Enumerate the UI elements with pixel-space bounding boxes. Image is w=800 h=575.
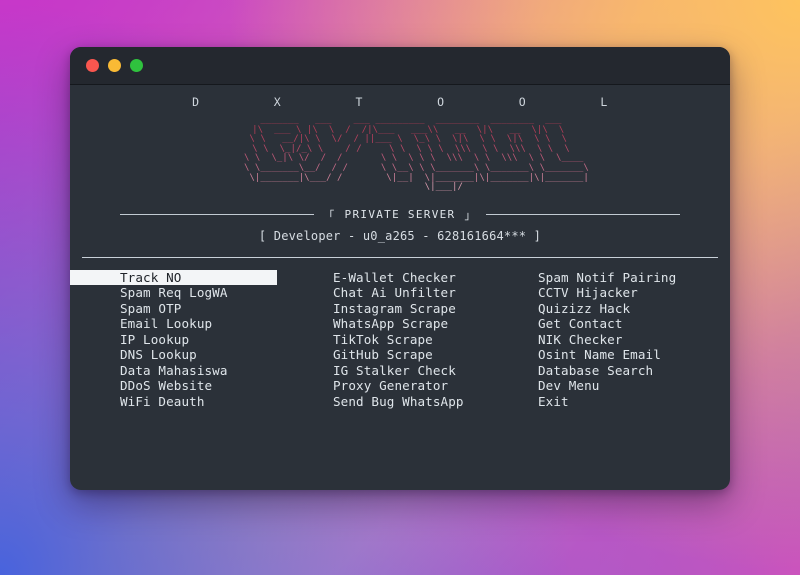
maximize-button[interactable] (130, 59, 143, 72)
menu-item[interactable]: NIK Checker (530, 332, 730, 348)
menu-item[interactable]: Osint Name Email (530, 347, 730, 363)
rule-left (120, 214, 315, 216)
menu-item[interactable]: Get Contact (530, 316, 730, 332)
private-server-label: PRIVATE SERVER (344, 208, 456, 222)
menu-item[interactable]: GitHub Scrape (325, 347, 530, 363)
menu-column-3: Spam Notif Pairing CCTV Hijacker Quizizz H… (530, 270, 730, 410)
ascii-art-logo: _______ ___ ___ _________ ________ _____… (70, 115, 730, 193)
window-titlebar (70, 47, 730, 85)
menu-item[interactable]: Spam Req LogWA (70, 285, 325, 301)
menu-item[interactable]: IP Lookup (70, 332, 325, 348)
private-server-right-bracket: 」 (464, 208, 477, 222)
menu-item[interactable]: IG Stalker Check (325, 363, 530, 379)
menu-item[interactable]: DNS Lookup (70, 347, 325, 363)
menu-item[interactable]: WiFi Deauth (70, 394, 325, 410)
menu-item[interactable]: DDoS Website (70, 378, 325, 394)
rule-right (485, 214, 681, 216)
menu-column-1: Track NO Spam Req LogWA Spam OTP Email Look… (70, 269, 325, 410)
menu-item[interactable]: Quizizz Hack (530, 301, 730, 317)
menu-grid: Track NO Spam Req LogWA Spam OTP Email Look… (70, 269, 730, 410)
menu-item[interactable]: Email Lookup (70, 316, 325, 332)
menu-item[interactable]: Database Search (530, 363, 730, 379)
menu-item[interactable]: Instagram Scrape (325, 301, 530, 317)
private-server-left-bracket: 「 (323, 208, 336, 222)
menu-item[interactable]: WhatsApp Scrape (325, 316, 530, 332)
ascii-art-line: \|___|/ (337, 182, 463, 193)
banner-letter-row: D X T O O L (192, 95, 608, 109)
menu-item[interactable]: Proxy Generator (325, 378, 530, 394)
menu-item[interactable]: Spam OTP (70, 301, 325, 317)
menu-item[interactable]: Data Mahasiswa (70, 363, 325, 379)
terminal-body: D X T O O L _______ ___ ___ _________ __… (70, 85, 730, 490)
developer-line: [ Developer - u0_a265 - 628161664*** ] (258, 228, 542, 243)
terminal-window: D X T O O L _______ ___ ___ _________ __… (70, 47, 730, 490)
minimize-button[interactable] (108, 59, 121, 72)
menu-item[interactable]: Dev Menu (530, 378, 730, 394)
menu-item[interactable]: Chat Ai Unfilter (325, 285, 530, 301)
menu-divider (82, 256, 718, 258)
menu-item[interactable]: Spam Notif Pairing (530, 270, 730, 286)
menu-item[interactable]: Send Bug WhatsApp (325, 394, 530, 410)
private-server-strip: 「 PRIVATE SERVER 」 (70, 207, 730, 223)
menu-column-2: E-Wallet Checker Chat Ai Unfilter Instagra… (325, 270, 530, 410)
menu-item[interactable]: CCTV Hijacker (530, 285, 730, 301)
menu-item[interactable]: Exit (530, 394, 730, 410)
menu-item[interactable]: E-Wallet Checker (325, 270, 530, 286)
close-button[interactable] (86, 59, 99, 72)
menu-item[interactable]: TikTok Scrape (325, 332, 530, 348)
menu-item-selected[interactable]: Track NO (70, 269, 277, 286)
